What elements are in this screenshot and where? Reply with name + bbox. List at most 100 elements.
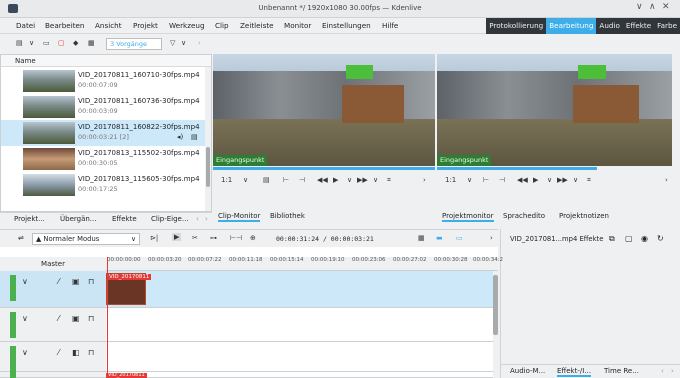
layout-effekte[interactable]: Effekte	[622, 18, 655, 34]
select-tool-icon[interactable]: ▶	[172, 233, 182, 241]
folder-icon[interactable]: ▦	[88, 39, 95, 47]
chevron-right-icon[interactable]: ›	[205, 215, 208, 223]
spacer-icon[interactable]: ⊶	[210, 234, 217, 242]
layout-bearbeitung[interactable]: Bearbeitung	[546, 18, 597, 34]
effect-icon[interactable]: ⁄	[58, 348, 59, 357]
track-active-indicator[interactable]	[10, 346, 16, 372]
timeline-scrollbar[interactable]	[493, 271, 498, 378]
zoom-select[interactable]: 1:1	[221, 176, 232, 184]
bin-scrollbar[interactable]	[205, 67, 211, 211]
split-view-icon[interactable]: ▢	[625, 234, 633, 243]
split-icon[interactable]: ⊳|	[150, 234, 158, 242]
rewind-icon[interactable]: ◀◀	[317, 176, 328, 184]
chevron-right-icon[interactable]: ›	[671, 367, 674, 375]
lock-icon[interactable]: ⊓	[88, 277, 94, 286]
mixer-icon[interactable]: ▦	[418, 234, 425, 242]
minimize-icon[interactable]: ∨	[636, 2, 643, 12]
view-mode-icon[interactable]: ▤	[16, 39, 23, 47]
play-icon[interactable]: ▶	[333, 176, 338, 184]
timeline-clip[interactable]: VID_20170811	[106, 273, 152, 305]
layout-farbe[interactable]: Farbe	[654, 18, 680, 34]
razor-icon[interactable]: ✂	[192, 234, 198, 242]
menu-monitor[interactable]: Monitor	[284, 21, 311, 30]
menu-einstellungen[interactable]: Einstellungen	[322, 21, 371, 30]
add-clip-icon[interactable]: ▭	[43, 39, 50, 47]
tab-effekt-stapel[interactable]: Effekt-/I...	[557, 367, 591, 377]
bin-clip-selected[interactable]: VID_20170811_160822-30fps.mp4 00:00:03:2…	[1, 120, 205, 146]
menu-ansicht[interactable]: Ansicht	[95, 21, 122, 30]
eye-icon[interactable]: ◉	[641, 234, 648, 243]
chevron-down-icon[interactable]: ∨	[243, 176, 248, 184]
chevron-down-icon[interactable]: ∨	[347, 176, 352, 184]
menu-hilfe[interactable]: Hilfe	[382, 21, 398, 30]
collapse-icon[interactable]: ∨	[22, 348, 28, 357]
maximize-icon[interactable]: ∧	[649, 2, 656, 12]
chevron-down-icon[interactable]: ∨	[181, 39, 186, 47]
tag-icon[interactable]: ◆	[73, 39, 78, 47]
tag-filter[interactable]: 3 Vorgänge	[106, 38, 162, 50]
forward-icon[interactable]: ▶▶	[357, 176, 368, 184]
tracks-config-icon[interactable]: ⇌	[18, 234, 24, 242]
track-header-v2[interactable]: ∨ ⁄ ▣ ⊓	[0, 308, 106, 342]
tab-effekte[interactable]: Effekte	[112, 215, 137, 223]
mute-icon[interactable]: ◧	[72, 348, 80, 357]
zone-bar[interactable]	[213, 167, 435, 170]
chevron-down-icon[interactable]: ∨	[373, 176, 378, 184]
slip-icon[interactable]: ⊕	[250, 234, 256, 242]
delete-clip-icon[interactable]: ▢	[58, 39, 65, 47]
reset-icon[interactable]: ↻	[657, 234, 664, 243]
collapse-icon[interactable]: ∨	[22, 277, 28, 286]
chevron-down-icon[interactable]: ∨	[547, 176, 552, 184]
collapse-icon[interactable]: ∨	[22, 314, 28, 323]
menu-clip[interactable]: Clip	[215, 21, 229, 30]
chevron-right-icon[interactable]: ›	[490, 234, 493, 242]
menu-projekt[interactable]: Projekt	[133, 21, 158, 30]
set-in-icon[interactable]: ⊢	[483, 176, 489, 184]
close-icon[interactable]: ✕	[662, 2, 670, 12]
thumbnail-icon[interactable]: ▭	[456, 234, 463, 242]
project-monitor-view[interactable]: Eingangspunkt	[437, 54, 672, 166]
chevron-down-icon[interactable]: ∨	[29, 39, 34, 47]
chevron-right-icon[interactable]: ›	[198, 39, 201, 47]
track-v1[interactable]: VID_20170811	[106, 271, 498, 308]
chevron-right-icon[interactable]: ›	[665, 176, 668, 184]
track-header-a2[interactable]	[0, 372, 106, 378]
effect-icon[interactable]: ⁄	[58, 277, 59, 286]
chevron-down-icon[interactable]: ∨	[467, 176, 472, 184]
layout-protokollierung[interactable]: Protokollierung	[486, 18, 547, 34]
track-a2[interactable]: VID_20170811	[106, 372, 498, 378]
snap-icon[interactable]: ▬	[436, 234, 443, 242]
playhead[interactable]	[107, 257, 108, 378]
track-a1[interactable]	[106, 342, 498, 372]
menu-bearbeiten[interactable]: Bearbeiten	[45, 21, 85, 30]
video-icon[interactable]: ▤	[191, 133, 198, 141]
forward-icon[interactable]: ▶▶	[557, 176, 568, 184]
bin-clip[interactable]: VID_20170813_115605-30fps.mp4 00:00:17:2…	[1, 172, 205, 198]
tab-projektmonitor[interactable]: Projektmonitor	[442, 212, 494, 222]
rewind-icon[interactable]: ◀◀	[517, 176, 528, 184]
menu-werkzeug[interactable]: Werkzeug	[169, 21, 205, 30]
tab-uebergaenge[interactable]: Übergän...	[60, 215, 96, 223]
tab-projekt[interactable]: Projekt...	[14, 215, 45, 223]
menu-zeitleiste[interactable]: Zeitleiste	[240, 21, 274, 30]
zoom-select[interactable]: 1:1	[445, 176, 456, 184]
fullscreen-icon[interactable]: ⌗	[587, 176, 591, 185]
audio-icon[interactable]: ◂)	[177, 133, 183, 141]
tab-projektnotizen[interactable]: Projektnotizen	[559, 212, 609, 220]
bin-clip[interactable]: VID_20170811_160710-30fps.mp4 00:00:07:0…	[1, 68, 205, 94]
ripple-icon[interactable]: ⊢⊣	[230, 234, 242, 242]
tab-audio-mixer[interactable]: Audio-M...	[510, 367, 545, 375]
column-name[interactable]: Name	[15, 57, 36, 65]
layout-audio[interactable]: Audio	[596, 18, 623, 34]
zone-bar[interactable]	[437, 167, 597, 170]
track-active-indicator[interactable]	[10, 372, 16, 378]
chevron-right-icon[interactable]: ›	[423, 176, 426, 184]
chevron-left-icon[interactable]: ‹	[661, 367, 664, 375]
tab-time-remap[interactable]: Time Re...	[604, 367, 639, 375]
track-v2[interactable]	[106, 308, 498, 342]
compare-icon[interactable]: ⧉	[609, 234, 615, 244]
track-header-v1[interactable]: ∨ ⁄ ▣ ⊓	[0, 271, 106, 308]
edit-mode-select[interactable]: ▲ Normaler Modus ∨	[32, 233, 140, 245]
tab-clip-monitor[interactable]: Clip-Monitor	[218, 212, 261, 222]
chevron-down-icon[interactable]: ∨	[573, 176, 578, 184]
